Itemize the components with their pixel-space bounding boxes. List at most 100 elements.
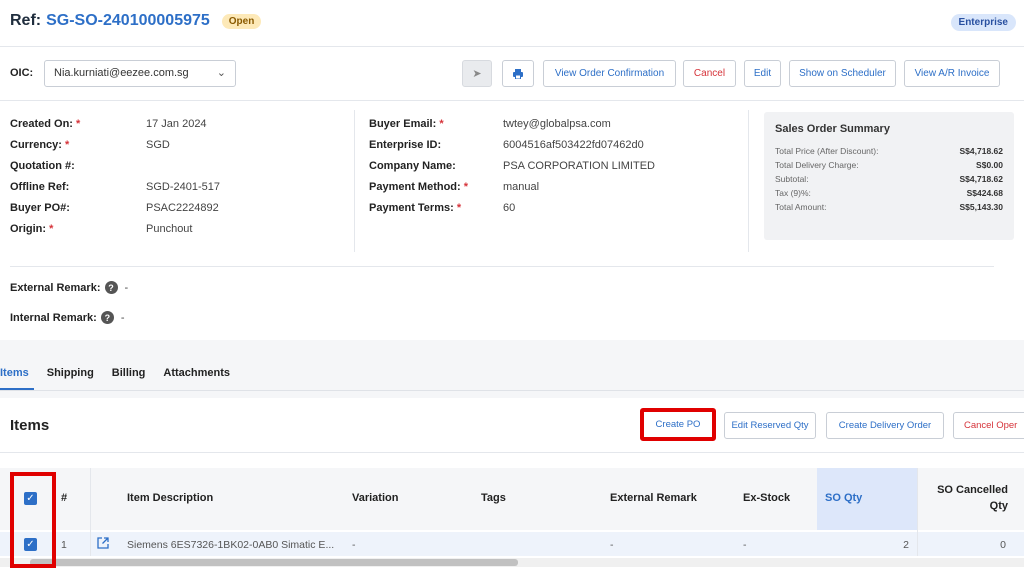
- tab-baseline: [0, 390, 1024, 391]
- detail-value: twtey@globalpsa.com: [503, 118, 611, 130]
- summary-row-value: S$4,718.62: [959, 174, 1003, 184]
- external-remark-value: -: [124, 281, 129, 294]
- col-item-description[interactable]: Item Description: [127, 492, 213, 504]
- detail-label: Created On: *: [10, 118, 81, 130]
- edit-reserved-qty-button[interactable]: Edit Reserved Qty: [724, 412, 816, 439]
- detail-label: Buyer PO#:: [10, 202, 70, 214]
- detail-value: SGD: [146, 139, 170, 151]
- active-tab-indicator: [0, 388, 34, 390]
- required-marker: *: [65, 139, 70, 151]
- tab-items[interactable]: Items: [0, 367, 29, 379]
- create-delivery-order-button[interactable]: Create Delivery Order: [826, 412, 944, 439]
- summary-row-value: S$0.00: [976, 160, 1003, 170]
- internal-remark: Internal Remark: ? -: [10, 311, 124, 324]
- required-marker: *: [456, 202, 462, 214]
- col-so-cancelled-qty-2: Qty: [989, 500, 1008, 512]
- divider: [10, 266, 994, 267]
- col-so-qty[interactable]: SO Qty: [825, 492, 862, 504]
- summary-row-label: Tax (9)%:: [775, 188, 811, 198]
- send-icon: ➤: [472, 68, 482, 80]
- col-num: #: [61, 492, 68, 504]
- detail-label: Payment Method: *: [369, 181, 469, 193]
- summary-row: Tax (9)%: S$424.68: [775, 186, 1003, 200]
- col-external-remark[interactable]: External Remark: [610, 492, 697, 504]
- summary-row-value: S$5,143.30: [959, 202, 1003, 212]
- external-remark: External Remark: ? -: [10, 281, 128, 294]
- oic-value: Nia.kurniati@eezee.com.sg: [54, 67, 189, 79]
- items-title: Items: [10, 417, 50, 434]
- detail-label: Company Name:: [369, 160, 456, 172]
- help-icon[interactable]: ?: [100, 311, 114, 324]
- ref-id: SG-SO-240100005975: [46, 12, 210, 29]
- required-marker: *: [463, 181, 469, 193]
- cancel-open-button[interactable]: Cancel Oper: [953, 412, 1024, 439]
- create-po-button[interactable]: Create PO: [640, 408, 716, 441]
- row-so-qty: 2: [903, 539, 909, 551]
- column-divider: [354, 110, 355, 252]
- internal-remark-label: Internal Remark:: [10, 311, 97, 324]
- detail-label: Currency: *: [10, 139, 70, 151]
- row-item-description: Siemens 6ES7326-1BK02-0AB0 Simatic E...: [127, 539, 335, 551]
- row-num: 1: [61, 539, 67, 551]
- summary-row-label: Total Price (After Discount):: [775, 146, 879, 156]
- row-variation: -: [352, 539, 356, 551]
- detail-label: Buyer Email: *: [369, 118, 444, 130]
- edit-button[interactable]: Edit: [744, 60, 781, 87]
- detail-value: manual: [503, 181, 540, 193]
- col-so-cancelled-qty[interactable]: SO Cancelled: [918, 484, 1008, 496]
- summary-row-value: S$424.68: [966, 188, 1003, 198]
- column-divider: [748, 110, 749, 252]
- summary-row-value: S$4,718.62: [959, 146, 1003, 156]
- cancel-button[interactable]: Cancel: [683, 60, 736, 87]
- col-tags[interactable]: Tags: [481, 492, 506, 504]
- divider: [0, 452, 1024, 453]
- detail-value: PSA CORPORATION LIMITED: [503, 160, 655, 172]
- column-divider: [90, 468, 91, 556]
- printer-icon: [513, 68, 523, 79]
- detail-value: 60: [503, 202, 516, 214]
- col-variation[interactable]: Variation: [352, 492, 398, 504]
- oic-label: OIC:: [10, 67, 34, 79]
- oic-select[interactable]: Nia.kurniati@eezee.com.sg ⌄: [44, 60, 236, 87]
- detail-value: PSAC2224892: [146, 202, 219, 214]
- detail-label: Origin: *: [10, 223, 54, 235]
- required-marker: *: [49, 223, 54, 235]
- summary-title: Sales Order Summary: [775, 123, 890, 135]
- row-external-remark: -: [610, 539, 614, 551]
- tab-attachments[interactable]: Attachments: [163, 367, 230, 379]
- detail-value: Punchout: [146, 223, 193, 235]
- enterprise-badge: Enterprise: [950, 14, 1016, 31]
- required-marker: *: [439, 118, 444, 130]
- col-ex-stock[interactable]: Ex-Stock: [743, 492, 790, 504]
- row-ex-stock: -: [743, 539, 747, 551]
- detail-value: 6004516af503422fd07462d0: [503, 139, 644, 151]
- help-icon[interactable]: ?: [104, 281, 118, 294]
- send-button[interactable]: ➤: [462, 60, 492, 87]
- summary-row: Subtotal: S$4,718.62: [775, 172, 1003, 186]
- tab-shipping[interactable]: Shipping: [47, 367, 94, 379]
- required-marker: *: [76, 118, 81, 130]
- divider: [0, 100, 1024, 101]
- summary-row: Total Amount: S$5,143.30: [775, 200, 1003, 214]
- detail-label: Offline Ref:: [10, 181, 70, 193]
- detail-label: Quotation #:: [10, 160, 75, 172]
- divider: [0, 46, 1024, 47]
- ref-label: Ref:: [10, 12, 42, 29]
- detail-value: SGD-2401-517: [146, 181, 220, 193]
- detail-value: 17 Jan 2024: [146, 118, 207, 130]
- summary-row: Total Price (After Discount): S$4,718.62: [775, 144, 1003, 158]
- summary-row-label: Total Amount:: [775, 202, 827, 212]
- tab-billing[interactable]: Billing: [112, 367, 146, 379]
- view-order-confirmation-button[interactable]: View Order Confirmation: [543, 60, 676, 87]
- status-badge: Open: [221, 13, 262, 29]
- summary-row-label: Subtotal:: [775, 174, 809, 184]
- tab-bar: Items Shipping Billing Attachments: [0, 367, 248, 379]
- external-link-icon[interactable]: [97, 537, 109, 549]
- chevron-down-icon: ⌄: [216, 67, 226, 79]
- summary-row: Total Delivery Charge: S$0.00: [775, 158, 1003, 172]
- show-on-scheduler-button[interactable]: Show on Scheduler: [789, 60, 896, 87]
- scrollbar-thumb[interactable]: [30, 559, 518, 566]
- print-button[interactable]: [502, 60, 534, 87]
- detail-label: Payment Terms: *: [369, 202, 462, 214]
- view-ar-invoice-button[interactable]: View A/R Invoice: [904, 60, 1000, 87]
